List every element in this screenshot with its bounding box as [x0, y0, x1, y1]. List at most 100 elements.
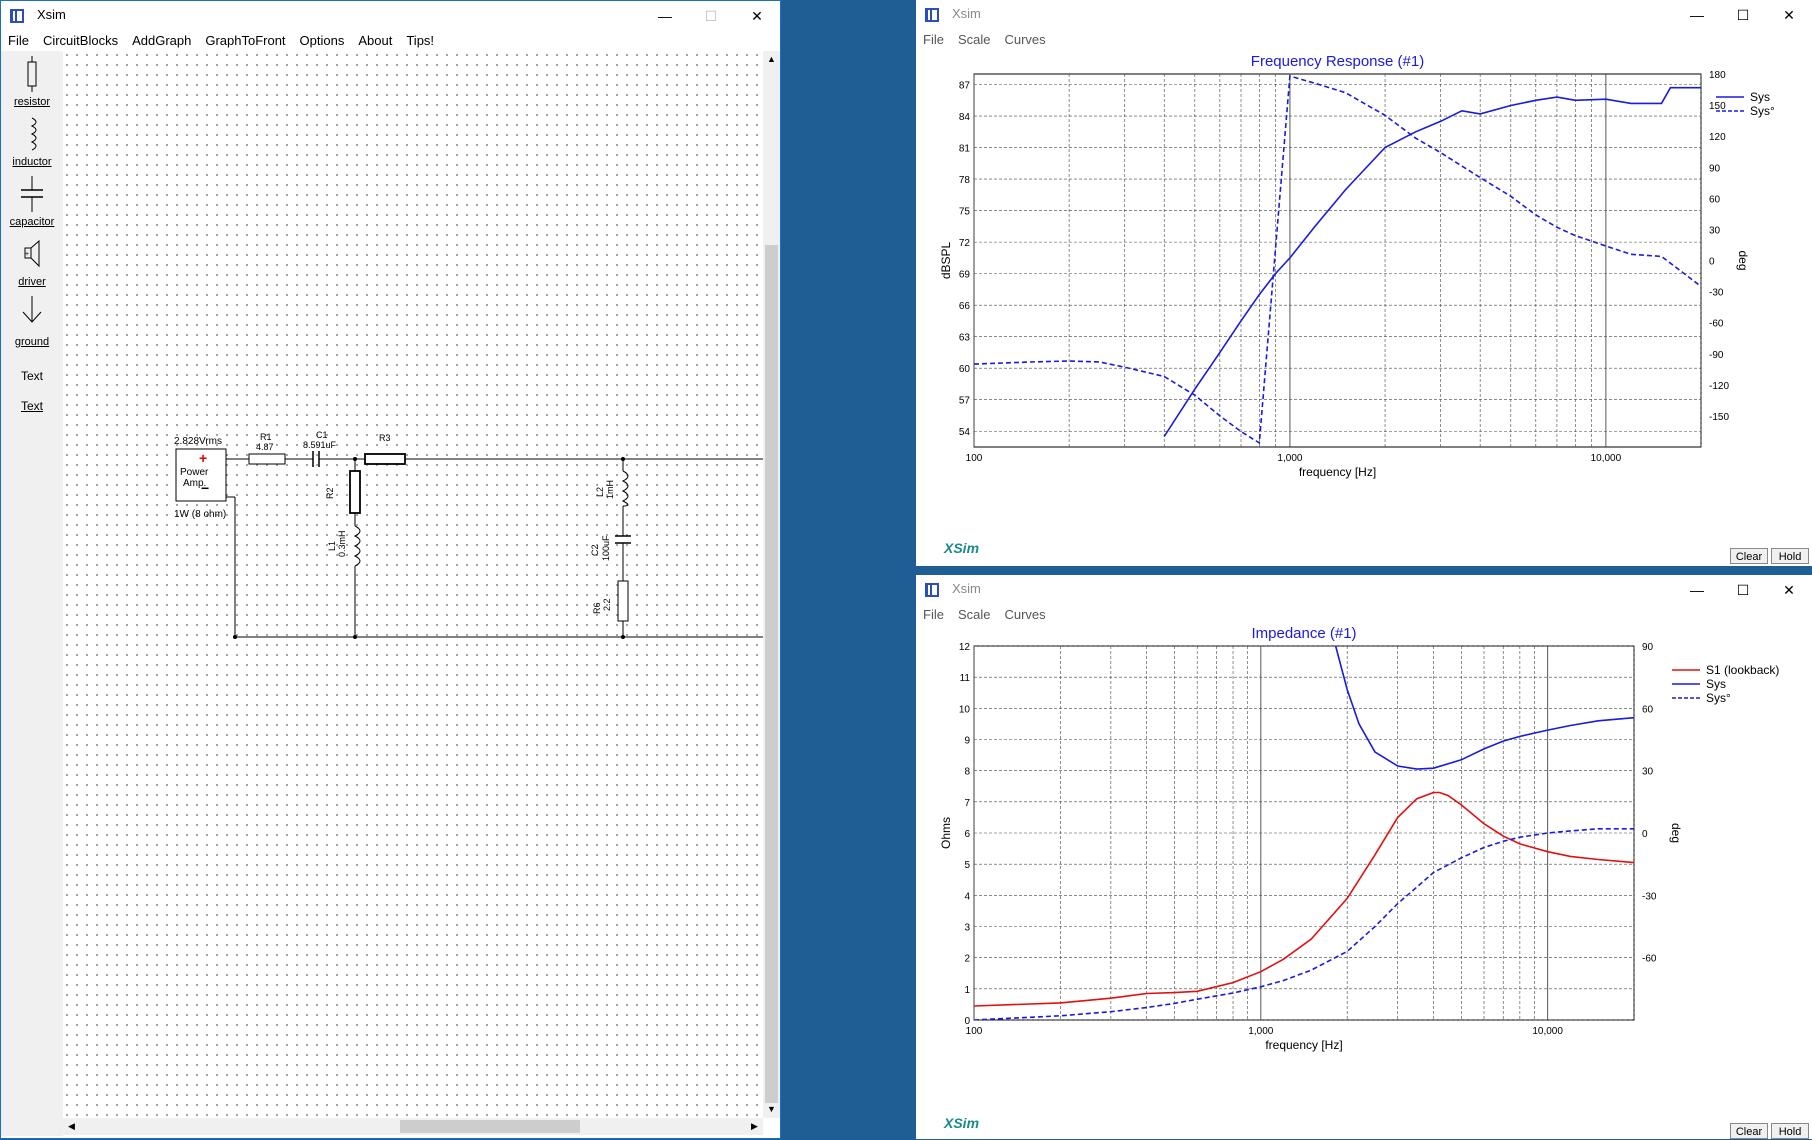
inductor-l1[interactable]: L1 0.3mH	[327, 525, 361, 567]
y-tick-label: 87	[959, 81, 971, 92]
menu-addgraph[interactable]: AddGraph	[125, 31, 198, 51]
close-icon[interactable]: ✕	[1766, 575, 1812, 605]
r2-name: R2	[325, 487, 335, 499]
menu-curves[interactable]: Curves	[997, 30, 1052, 50]
r6-name: R6	[592, 602, 602, 614]
y-tick-label: 12	[959, 642, 971, 653]
hold-button[interactable]: Hold	[1771, 1123, 1809, 1139]
minimize-icon[interactable]: —	[1674, 575, 1720, 605]
junction-dot	[233, 635, 237, 639]
main-menu-bar: File CircuitBlocks AddGraph GraphToFront Opt…	[1, 31, 780, 51]
close-icon[interactable]: ✕	[734, 1, 780, 31]
menu-options[interactable]: Options	[293, 31, 352, 51]
horizontal-scrollbar[interactable]: ◀ ▶	[63, 1118, 763, 1135]
tool-label: inductor	[12, 156, 52, 168]
menu-graphtofront[interactable]: GraphToFront	[198, 31, 292, 51]
y-tick-label: 75	[959, 207, 971, 218]
tool-ground[interactable]: ground	[1, 296, 63, 348]
scroll-thumb[interactable]	[765, 245, 778, 1103]
y-tick-label: 54	[959, 427, 971, 438]
x-axis-label: frequency [Hz]	[1299, 465, 1376, 479]
legend-label: Sys°	[1706, 691, 1731, 705]
minimize-icon[interactable]: —	[642, 1, 688, 31]
menu-tips[interactable]: Tips!	[399, 31, 441, 51]
y2-tick-label: 0	[1642, 829, 1648, 840]
clear-button[interactable]: Clear	[1730, 548, 1768, 564]
close-icon[interactable]: ✕	[1766, 0, 1812, 30]
menu-file[interactable]: File	[1, 31, 36, 51]
tool-label: ground	[14, 336, 50, 348]
menu-about[interactable]: About	[351, 31, 399, 51]
component-toolbox: resistor inductor capacitor + driver gro…	[1, 51, 63, 1136]
y-tick-label: 72	[959, 238, 971, 249]
menu-scale[interactable]: Scale	[951, 605, 998, 625]
title-bar[interactable]: Xsim — ☐ ✕	[1, 1, 780, 31]
y2-tick-label: 60	[1709, 194, 1721, 205]
y-tick-label: 78	[959, 175, 971, 186]
y-tick-label: 84	[959, 112, 971, 123]
y-tick-label: 10	[959, 704, 971, 715]
app-icon	[925, 583, 939, 597]
junction-dot	[353, 635, 357, 639]
resistor-icon	[27, 56, 37, 92]
ground-icon	[22, 296, 42, 323]
y2-tick-label: 0	[1709, 257, 1715, 268]
maximize-icon[interactable]: ☐	[1720, 575, 1766, 605]
y2-axis-label: deg	[1669, 823, 1683, 843]
capacitor-c1[interactable]: C1 8.591uF	[303, 430, 337, 467]
minimize-icon[interactable]: —	[1674, 0, 1720, 30]
menu-scale[interactable]: Scale	[951, 30, 998, 50]
y2-tick-label: 60	[1642, 704, 1654, 715]
menu-file[interactable]: File	[916, 30, 951, 50]
tool-text-2[interactable]: Text	[1, 399, 63, 413]
scroll-left-icon[interactable]: ◀	[63, 1118, 80, 1135]
x-tick-label: 1,000	[1248, 1026, 1273, 1037]
menu-circuitblocks[interactable]: CircuitBlocks	[36, 31, 125, 51]
power-amp-source[interactable]: + − Power Amp. 2.828Vrms 1W (8 ohm)	[174, 436, 227, 520]
inductor-l2[interactable]: L2 1mH	[595, 470, 629, 507]
y2-tick-label: -150	[1709, 412, 1729, 423]
tool-driver[interactable]: + driver	[1, 236, 63, 288]
menu-file[interactable]: File	[916, 605, 951, 625]
y-axis-label: Ohms	[939, 817, 953, 849]
title-bar[interactable]: Xsim — ☐ ✕	[916, 0, 1812, 30]
y-tick-label: 1	[964, 985, 970, 996]
resistor-r6[interactable]: R6 2.2	[592, 580, 629, 622]
hold-button[interactable]: Hold	[1771, 548, 1809, 564]
x-tick-label: 10,000	[1532, 1026, 1563, 1037]
vertical-scrollbar[interactable]: ▲ ▼	[763, 51, 780, 1118]
title-bar[interactable]: Xsim — ☐ ✕	[916, 575, 1812, 605]
capacitor-c2[interactable]: C2 100uF	[590, 535, 631, 561]
y-tick-label: 57	[959, 396, 971, 407]
clear-button[interactable]: Clear	[1730, 1123, 1768, 1139]
scroll-down-icon[interactable]: ▼	[763, 1101, 780, 1118]
tool-text-1[interactable]: Text	[1, 369, 63, 383]
app-icon	[925, 8, 939, 22]
tool-label: capacitor	[9, 216, 55, 228]
plot-area	[973, 73, 1702, 448]
maximize-icon[interactable]: ☐	[1720, 0, 1766, 30]
scroll-thumb[interactable]	[400, 1120, 580, 1133]
l1-name: L1	[327, 541, 337, 551]
maximize-icon[interactable]: ☐	[688, 1, 734, 31]
app-icon	[10, 9, 24, 23]
resistor-r2[interactable]: R2	[325, 470, 361, 514]
tool-inductor[interactable]: inductor	[1, 116, 63, 168]
y2-tick-label: 90	[1642, 642, 1654, 653]
c1-name: C1	[316, 430, 328, 440]
resistor-r3[interactable]: R3	[364, 433, 406, 465]
frequency-response-window: Xsim — ☐ ✕ File Scale Curves 87 84 81 78 75 72 6…	[916, 0, 1812, 566]
tool-capacitor[interactable]: capacitor	[1, 176, 63, 228]
resistor-r1[interactable]: R1 4.87	[248, 432, 286, 465]
tool-resistor[interactable]: resistor	[1, 56, 63, 108]
schematic-canvas[interactable]: + − Power Amp. 2.828Vrms 1W (8 ohm) R1 4…	[63, 51, 763, 1118]
impedance-window: Xsim — ☐ ✕ File Scale Curves 12 11 10 9 8 7 6 5 4 3…	[916, 575, 1812, 1139]
y-tick-label: 69	[959, 270, 971, 281]
y-tick-label: 63	[959, 333, 971, 344]
menu-curves[interactable]: Curves	[997, 605, 1052, 625]
scroll-right-icon[interactable]: ▶	[746, 1118, 763, 1135]
y2-tick-label: -90	[1709, 350, 1724, 361]
scroll-up-icon[interactable]: ▲	[763, 51, 780, 68]
y-tick-label: 8	[964, 767, 970, 778]
l1-value: 0.3mH	[337, 530, 347, 557]
